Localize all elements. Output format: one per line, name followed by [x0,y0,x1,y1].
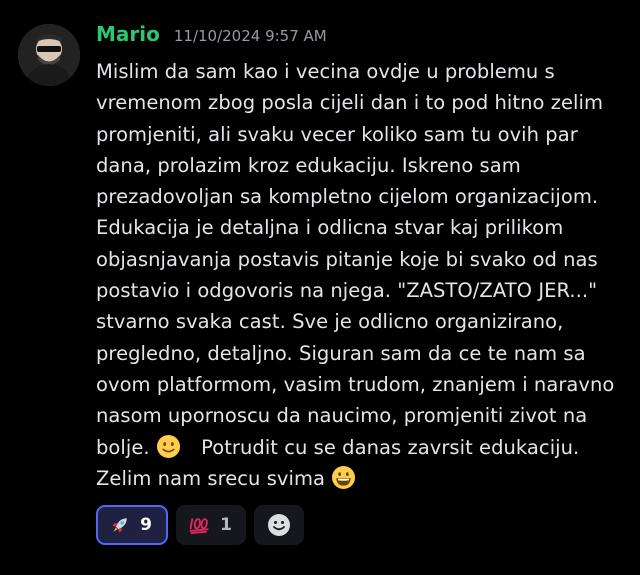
message-content: Mislim da sam kao i vecina ovdje u probl… [96,56,636,494]
grinning-face-emoji-icon[interactable] [331,465,356,490]
message-line: ovom platformom, vasim trudom, znanjem i… [96,372,615,396]
message-text: Zelim nam srecu svima [96,466,326,490]
reaction-count: 9 [140,515,152,535]
message-line: prezadovoljan sa kompletno cijelom organ… [96,185,599,209]
message-line-with-emoji: bolje. Potrudit cu se danas zavrsit eduk… [96,432,636,463]
message-line: pregledno, detaljno. Siguran sam da ce t… [96,341,586,365]
message-line: nasom upornoscu da naucimo, promjeniti z… [96,404,588,428]
message-text: Potrudit cu se danas zavrsit edukaciju. [201,435,580,459]
message-line: Edukacija je detaljna i odlicna stvar ka… [96,216,564,240]
message-line: vremenom zbog posla cijeli dan i to pod … [96,91,604,115]
message-timestamp[interactable]: 11/10/2024 9:57 AM [174,27,327,45]
username[interactable]: Mario [96,22,160,46]
message-text: bolje. [96,435,150,459]
message-line: stvarno svaka cast. Sve je odlicno organ… [96,310,564,334]
message-line: objasnjavanja postavis pitanje koje bi s… [96,247,598,271]
hundred-points-emoji-icon [189,518,209,535]
reaction-hundred[interactable]: 1 [176,505,246,545]
rocket-emoji-icon [112,518,127,533]
add-reaction-button[interactable] [254,505,304,545]
message-header: Mario 11/10/2024 9:57 AM [96,22,327,52]
reaction-count: 1 [220,515,232,535]
message-line-with-emoji: Zelim nam srecu svima [96,463,636,494]
message-line: postavio i odgovoris na njega. "ZASTO/ZA… [96,279,598,303]
message-line: dana, prolazim kroz edukaciju. Iskreno s… [96,153,521,177]
user-avatar[interactable] [18,24,80,86]
slightly-smiling-face-emoji-icon[interactable] [156,434,181,459]
reactions-bar: 9 1 [96,505,304,545]
reaction-rocket[interactable]: 9 [96,505,168,545]
chat-message: Mario 11/10/2024 9:57 AM Mislim da sam k… [0,0,640,575]
add-reaction-smiley-icon [268,514,290,536]
person-with-sunglasses-avatar-icon [18,24,80,86]
message-line: promjeniti, ali svaku vecer koliko sam t… [96,122,578,146]
message-line: Mislim da sam kao i vecina ovdje u probl… [96,60,555,83]
